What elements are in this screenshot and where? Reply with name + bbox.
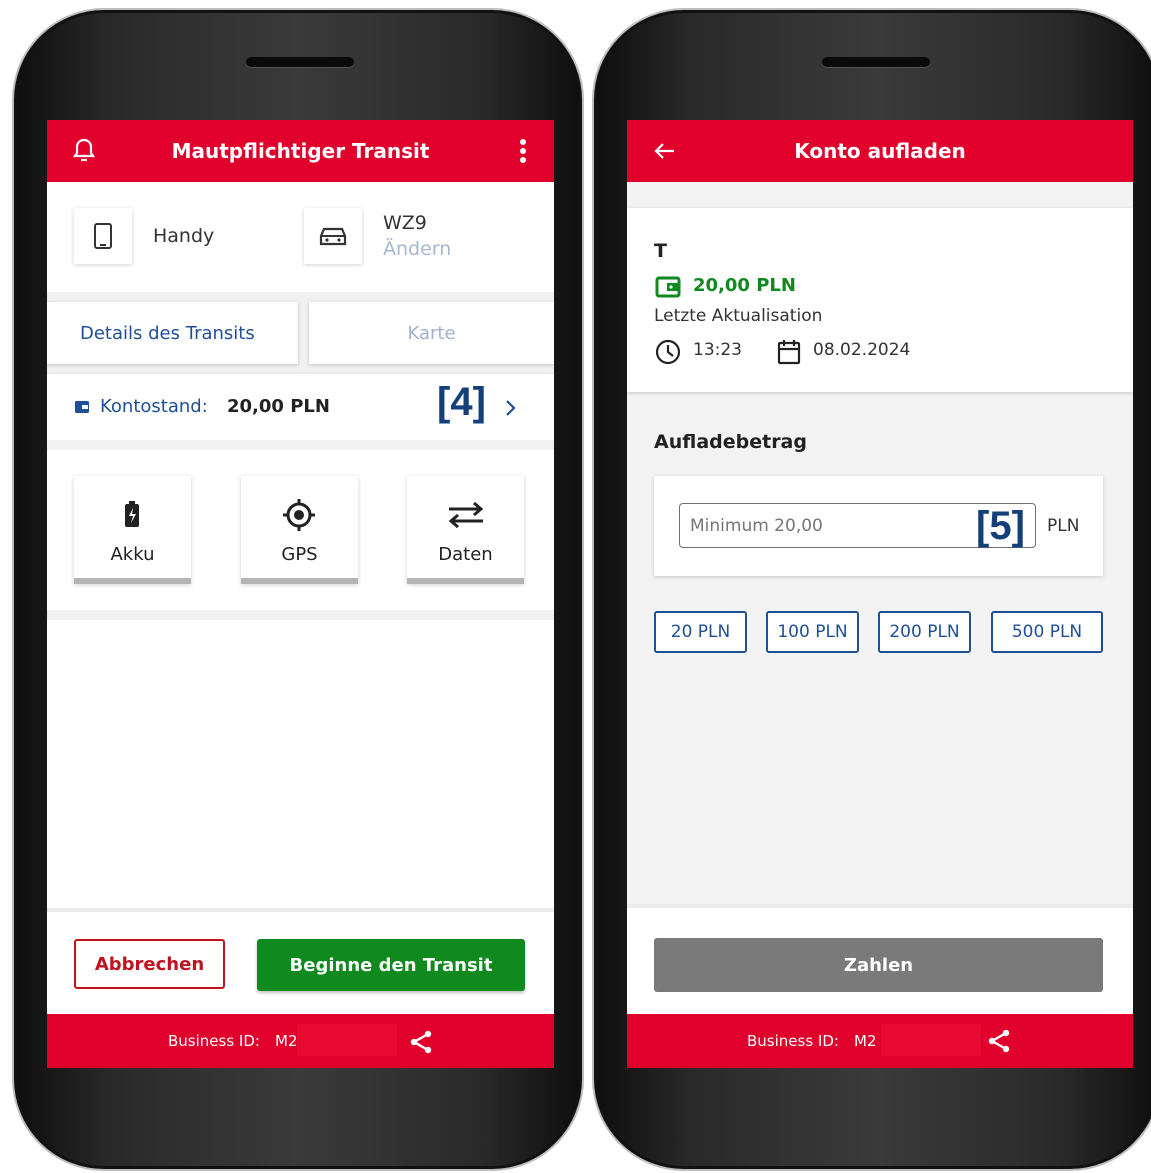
data-transfer-icon [448,502,484,528]
cancel-button[interactable]: Abbrechen [74,939,225,989]
preset-200-button[interactable]: 200 PLN [878,611,971,653]
tab-map[interactable]: Karte [309,302,554,364]
chevron-right-icon[interactable] [504,399,516,417]
tab-map-label: Karte [407,322,456,344]
share-icon[interactable] [409,1030,433,1054]
preset-500-button[interactable]: 500 PLN [991,611,1103,653]
preset-100-button[interactable]: 100 PLN [766,611,859,653]
vehicle-plate: WZ9 [383,212,427,234]
balance-label: Kontostand: [100,396,208,417]
pay-button[interactable]: Zahlen [654,938,1103,992]
status-tile-battery[interactable]: Akku [74,476,191,584]
battery-charging-icon [125,501,139,527]
device-label: Handy [153,225,215,247]
last-update-time: 13:23 [693,340,742,360]
amount-card: [5] PLN [654,476,1103,576]
footer: Business ID: M2 [47,1014,554,1068]
pay-bar: Zahlen [627,904,1133,1018]
status-tile-data-label: Daten [438,544,493,565]
divider [47,440,554,450]
business-id-label: Business ID: [168,1032,260,1050]
transit-screen: Mautpflichtiger Transit Handy WZ9 Ändern… [47,120,554,1068]
app-bar: Mautpflichtiger Transit [47,120,554,182]
balance-value: 20,00 PLN [227,396,330,417]
redaction-box [297,1024,397,1056]
speaker-grille [822,57,930,67]
phone-device-icon [74,208,132,264]
last-update-label: Letzte Aktualisation [654,306,823,326]
annotation-marker-5: [5] [976,504,1025,548]
device-vehicle-row: Handy WZ9 Ändern [47,182,554,292]
calendar-icon [777,340,801,365]
clock-icon [655,339,681,365]
redaction-box [881,1024,981,1056]
phone-frame-left: Mautpflichtiger Transit Handy WZ9 Ändern… [12,8,584,1171]
divider [47,610,554,620]
business-id-label: Business ID: [747,1032,839,1050]
annotation-marker-4: [4] [437,380,486,424]
currency-label: PLN [1047,516,1080,536]
tab-transit-details[interactable]: Details des Transits [47,302,298,364]
car-icon [304,208,362,264]
start-transit-button[interactable]: Beginne den Transit [257,939,525,991]
business-id-value: M2 [275,1032,298,1050]
tab-transit-details-label: Details des Transits [80,322,255,344]
last-update-date: 08.02.2024 [813,340,911,360]
page-title: Mautpflichtiger Transit [171,139,430,163]
wallet-icon [75,401,89,413]
status-tile-gps-label: GPS [281,544,318,565]
phone-frame-right: Konto aufladen T 20,00 PLN Letzte Aktual… [592,8,1151,1171]
page-title: Konto aufladen [794,139,966,163]
share-icon[interactable] [987,1029,1011,1053]
more-vert-icon[interactable] [508,120,538,182]
status-tile-data[interactable]: Daten [407,476,524,584]
status-tile-gps[interactable]: GPS [241,476,358,584]
gps-target-icon [283,499,315,531]
account-balance: 20,00 PLN [693,275,796,296]
preset-20-button[interactable]: 20 PLN [654,611,747,653]
speaker-grille [246,57,354,67]
topup-screen: Konto aufladen T 20,00 PLN Letzte Aktual… [627,120,1133,1068]
topup-section-title: Aufladebetrag [654,431,807,453]
account-card: T 20,00 PLN Letzte Aktualisation 13:23 0… [627,208,1133,392]
balance-row[interactable]: Kontostand: 20,00 PLN [4] [47,374,554,440]
app-bar: Konto aufladen [627,120,1133,182]
status-tile-battery-label: Akku [110,544,155,565]
account-name: T [654,240,667,262]
vehicle-change-link[interactable]: Ändern [383,238,451,260]
business-id-value: M2 [854,1032,877,1050]
wallet-icon [655,276,681,298]
action-bar: Abbrechen Beginne den Transit [47,908,554,1018]
footer: Business ID: M2 [627,1014,1133,1068]
